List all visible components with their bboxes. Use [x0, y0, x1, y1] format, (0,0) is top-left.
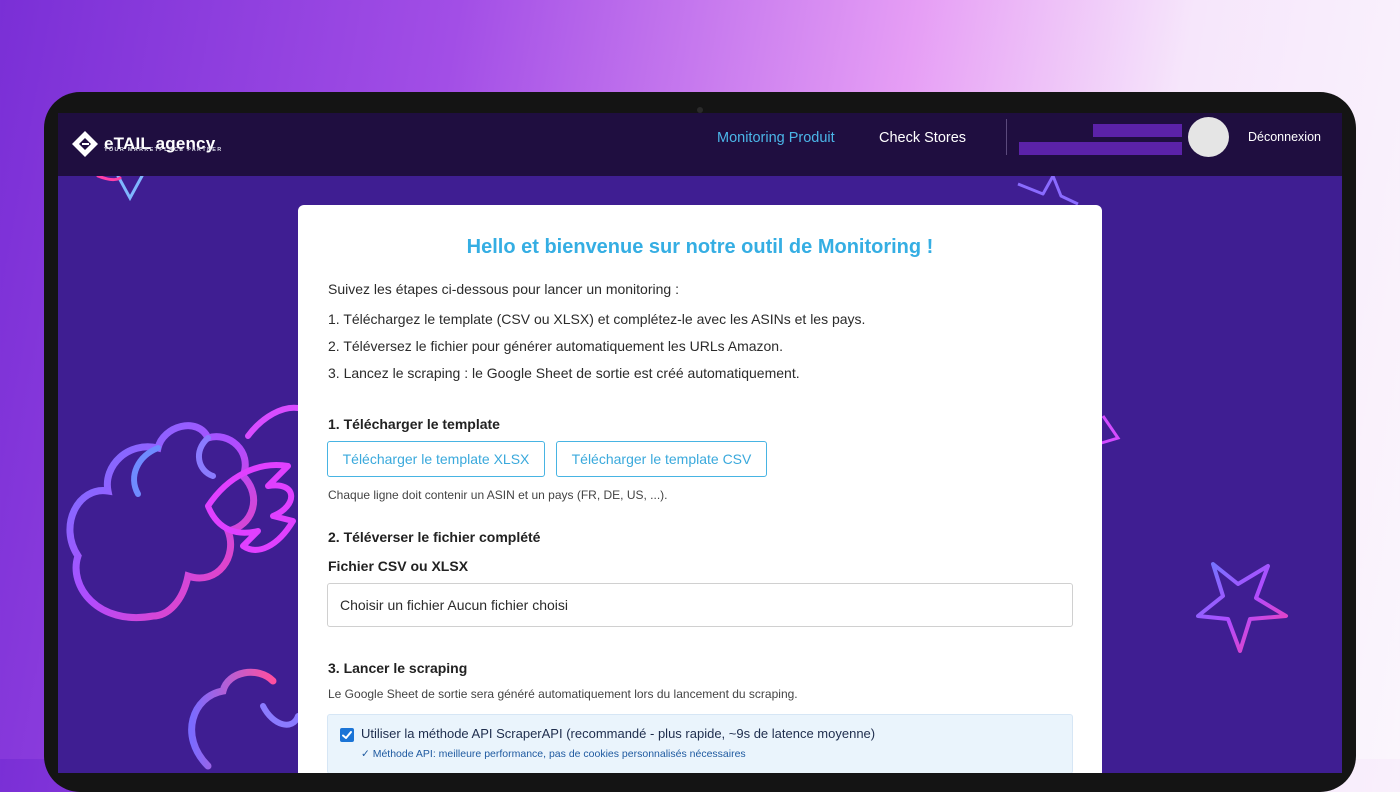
template-hint: Chaque ligne doit contenir un ASIN et un…	[328, 488, 668, 502]
instruction-step: 1. Téléchargez le template (CSV ou XLSX)…	[328, 311, 866, 327]
file-upload-input[interactable]: Choisir un fichier Aucun fichier choisi	[327, 583, 1073, 627]
intro-text: Suivez les étapes ci-dessous pour lancer…	[328, 281, 679, 297]
scraping-hint: Le Google Sheet de sortie sera généré au…	[328, 687, 798, 701]
top-navbar: eTAIL agency YOUR MARKETPLACE PARTNER Mo…	[58, 113, 1342, 176]
nav-check-stores[interactable]: Check Stores	[879, 129, 966, 147]
instruction-step: 2. Téléversez le fichier pour générer au…	[328, 338, 783, 354]
brand-logo[interactable]: eTAIL agency	[70, 123, 215, 165]
logout-link[interactable]: Déconnexion	[1248, 130, 1321, 144]
etail-logo-icon	[72, 131, 98, 157]
section-title-download: 1. Télécharger le template	[328, 416, 500, 432]
api-method-box: Utiliser la méthode API ScraperAPI (reco…	[327, 714, 1073, 773]
section-title-scraping: 3. Lancer le scraping	[328, 660, 468, 676]
nav-monitoring-produit[interactable]: Monitoring Produit	[717, 129, 835, 147]
api-method-note: ✓ Méthode API: meilleure performance, pa…	[361, 748, 746, 760]
download-xlsx-template-button[interactable]: Télécharger le template XLSX	[327, 441, 545, 477]
download-csv-template-button[interactable]: Télécharger le template CSV	[556, 441, 767, 477]
nav-divider	[1006, 119, 1007, 155]
checkmark-icon	[342, 731, 352, 739]
redacted-user-info	[1093, 124, 1182, 137]
section-title-upload: 2. Téléverser le fichier complété	[328, 529, 541, 545]
brand-tagline: YOUR MARKETPLACE PARTNER	[104, 147, 223, 153]
api-method-label[interactable]: Utiliser la méthode API ScraperAPI (reco…	[361, 726, 875, 741]
monitoring-card: Hello et bienvenue sur notre outil de Mo…	[298, 205, 1102, 773]
page-title: Hello et bienvenue sur notre outil de Mo…	[466, 236, 934, 258]
instruction-step: 3. Lancez le scraping : le Google Sheet …	[328, 365, 800, 381]
api-method-checkbox[interactable]	[340, 728, 354, 742]
avatar[interactable]	[1188, 117, 1229, 157]
file-field-label: Fichier CSV ou XLSX	[328, 558, 469, 574]
app-screen: eTAIL agency YOUR MARKETPLACE PARTNER Mo…	[58, 113, 1342, 773]
redacted-user-info	[1019, 142, 1182, 155]
